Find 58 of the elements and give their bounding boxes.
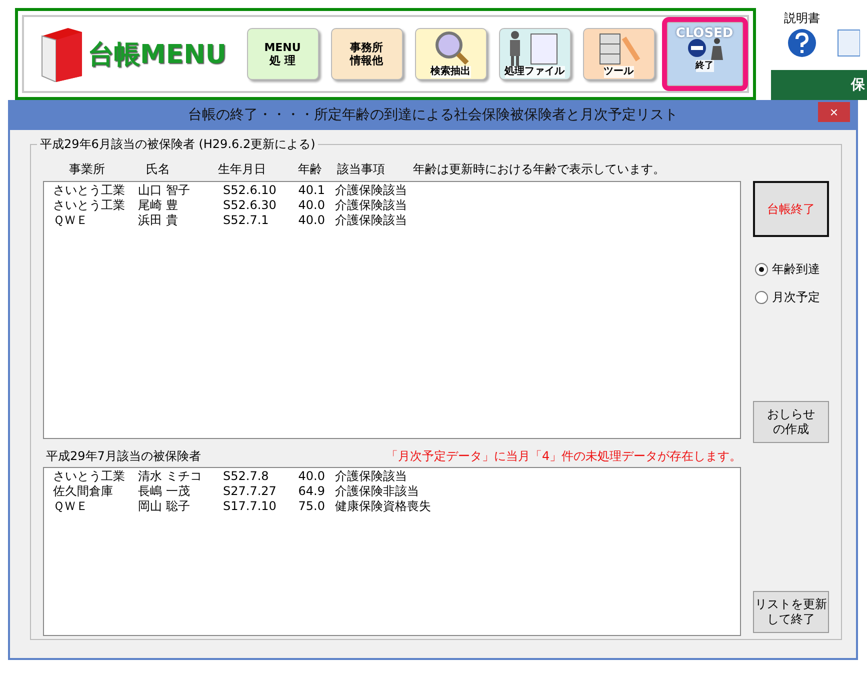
- list-cell-text: 介護保険該当: [334, 213, 408, 228]
- list-cell-text: S52.7.8: [223, 469, 270, 484]
- list-cell-text: さいとう工業: [53, 183, 126, 198]
- radio-option[interactable]: 年齢到達: [753, 255, 831, 283]
- list-cell-text: ＱＷＥ: [53, 499, 89, 514]
- radio-option[interactable]: 月次予定: [753, 283, 831, 311]
- list-cell-text: S17.7.10: [223, 499, 278, 514]
- list-cell-text: 浜田 貴: [138, 213, 179, 228]
- list-cell-text: 75.0: [297, 499, 325, 514]
- list-cell-text: S52.6.30: [223, 198, 278, 213]
- list-cell-text: 介護保険該当: [334, 198, 408, 213]
- menu-button[interactable]: MENU 処 理: [246, 28, 319, 80]
- list-cell-text: S52.7.1: [223, 213, 270, 228]
- column-header: 年齢: [298, 161, 323, 178]
- list-cell-text: さいとう工業: [53, 198, 126, 213]
- list-cell-text: S52.6.10: [223, 183, 278, 198]
- help-label: 説明書: [784, 10, 820, 27]
- list-cell-text: 清水 ミチコ: [138, 469, 203, 484]
- list-cell-text: 尾崎 豊: [138, 198, 179, 213]
- list-cell-text: 40.0: [297, 213, 325, 228]
- list-cell-text: 介護保険非該当: [334, 484, 420, 499]
- list-box[interactable]: さいとう工業 山口 智子 S52.6.10 40.1 介護保険該当 さいとう工業 尾崎 豊 S52.6.30 40.0 介護保険該当 ＱＷＥ 浜田 貴 S52.7.1 40.0 介護保険該当: [43, 181, 741, 439]
- sheet-header: 保: [770, 70, 867, 100]
- section-label: 平成29年7月該当の被保険者: [45, 448, 202, 465]
- group-legend: 平成29年6月該当の被保険者 (H29.6.2更新による): [37, 136, 318, 153]
- menu-logo: 台帳MENU: [88, 38, 227, 72]
- note-text: 年齢は更新時における年齢で表示しています。: [413, 161, 666, 178]
- menu-button[interactable]: 事務所 情報他: [330, 28, 403, 80]
- list-box[interactable]: さいとう工業 清水 ミチコ S52.7.8 40.0 介護保険該当 佐久間倉庫 長嶋 一茂 S27.7.27 64.9 介護保険非該当 ＱＷＥ 岡山 聡子 S17.7.10 75.0 健康保険資格喪失: [43, 467, 741, 636]
- list-cell-text: ＱＷＥ: [53, 213, 89, 228]
- help-icon[interactable]: [786, 28, 817, 58]
- column-header: 生年月日: [218, 161, 267, 178]
- refresh-button[interactable]: リストを更新 して終了: [753, 591, 829, 633]
- list-cell-text: 64.9: [297, 484, 325, 499]
- list-cell-text: 40.1: [297, 183, 325, 198]
- menu-button[interactable]: ツール: [582, 28, 655, 80]
- list-cell-text: S27.7.27: [223, 484, 278, 499]
- column-header: 該当事項: [337, 161, 386, 178]
- radio-icon[interactable]: [755, 290, 768, 304]
- radio-icon[interactable]: [755, 262, 768, 276]
- list-cell-text: 健康保険資格喪失: [334, 499, 432, 514]
- warning-text: 「月次予定データ」に当月「4」件の未処理データが存在します。: [386, 448, 742, 465]
- column-header: 氏名: [146, 161, 171, 178]
- menu-button[interactable]: 処理ファイル: [498, 28, 571, 80]
- list-cell-text: 介護保険該当: [334, 183, 408, 198]
- list-cell-text: 長嶋 一茂: [138, 484, 191, 499]
- list-cell-text: さいとう工業: [53, 469, 126, 484]
- list-cell-text: 佐久間倉庫: [53, 484, 114, 499]
- list-cell-text: 岡山 聡子: [138, 499, 191, 514]
- menu-button[interactable]: 検索抽出: [414, 28, 487, 80]
- notice-button[interactable]: おしらせ の作成: [753, 401, 829, 443]
- column-header: 事業所: [69, 161, 106, 178]
- list-cell-text: 40.0: [297, 198, 325, 213]
- close-button[interactable]: ×: [818, 102, 850, 122]
- window-title: 台帳の終了・・・・所定年齢の到達による社会保険被保険者と月次予定リスト: [188, 106, 678, 124]
- list-cell-text: 山口 智子: [138, 183, 191, 198]
- list-cell-text: 介護保険該当: [334, 469, 408, 484]
- list-cell-text: 40.0: [297, 469, 325, 484]
